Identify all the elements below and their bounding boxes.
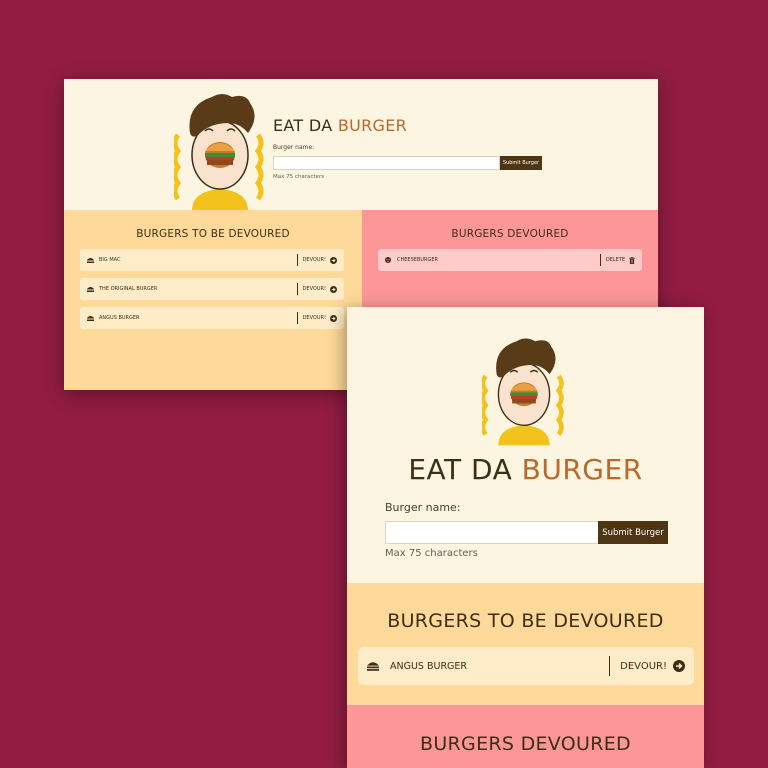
mascot-logo <box>482 338 564 446</box>
title-main: EAT DA <box>408 453 522 486</box>
burger-name-label: Burger name: <box>385 501 461 514</box>
smiley-icon <box>385 257 392 263</box>
to-devour-title: BURGERS TO BE DEVOURED <box>136 228 290 240</box>
to-devour-column: BURGERS TO BE DEVOURED BIG MAC DEVOUR! <box>64 210 362 390</box>
item-name: ANGUS BURGER <box>390 660 468 672</box>
mobile-mockup: EAT DA BURGER Burger name: Submit Burger… <box>347 307 704 768</box>
title-accent: BURGER <box>337 116 408 135</box>
list-item: CHEESEBURGER DELETE <box>378 249 642 271</box>
burger-name-input[interactable] <box>385 521 599 544</box>
list-item: BIG MAC DEVOUR! <box>80 249 344 271</box>
to-devour-section: BURGERS TO BE DEVOURED ANGUS BURGER DEVO… <box>347 583 704 705</box>
devoured-title: BURGERS DEVOURED <box>420 733 631 755</box>
arrow-right-circle-icon <box>673 660 685 672</box>
burger-name-label: Burger name: <box>273 144 315 151</box>
divider <box>609 656 611 676</box>
char-limit-hint: Max 75 characters <box>273 174 325 180</box>
burger-name-input[interactable] <box>273 156 500 170</box>
trash-icon <box>629 256 635 264</box>
page-title: EAT DA BURGER <box>347 453 704 486</box>
title-main: EAT DA <box>273 116 338 135</box>
submit-burger-button[interactable]: Submit Burger <box>500 156 542 170</box>
devour-label: DEVOUR! <box>302 257 326 263</box>
devour-button[interactable]: DEVOUR! <box>620 660 685 672</box>
to-devour-title: BURGERS TO BE DEVOURED <box>387 610 664 632</box>
divider <box>599 254 601 266</box>
devour-button[interactable]: DEVOUR! <box>302 256 337 264</box>
devoured-section: BURGERS DEVOURED <box>347 705 704 768</box>
char-limit-hint: Max 75 characters <box>385 548 478 559</box>
item-name: BIG MAC <box>99 257 121 263</box>
title-accent: BURGER <box>521 453 643 486</box>
submit-burger-button[interactable]: Submit Burger <box>598 521 668 544</box>
delete-label: DELETE <box>605 257 625 263</box>
arrow-right-circle-icon <box>330 256 337 264</box>
delete-button[interactable]: DELETE <box>605 256 635 264</box>
list-item: ANGUS BURGER DEVOUR! <box>358 647 694 685</box>
item-name: CHEESEBURGER <box>397 257 438 263</box>
divider <box>296 254 298 266</box>
mascot-logo <box>174 94 264 211</box>
burger-icon <box>367 661 379 671</box>
header: EAT DA BURGER Burger name: Submit Burger… <box>64 79 658 211</box>
burger-icon <box>87 257 94 263</box>
page-title: EAT DA BURGER <box>273 116 407 135</box>
devour-label: DEVOUR! <box>620 660 667 672</box>
devoured-title: BURGERS DEVOURED <box>451 228 569 240</box>
